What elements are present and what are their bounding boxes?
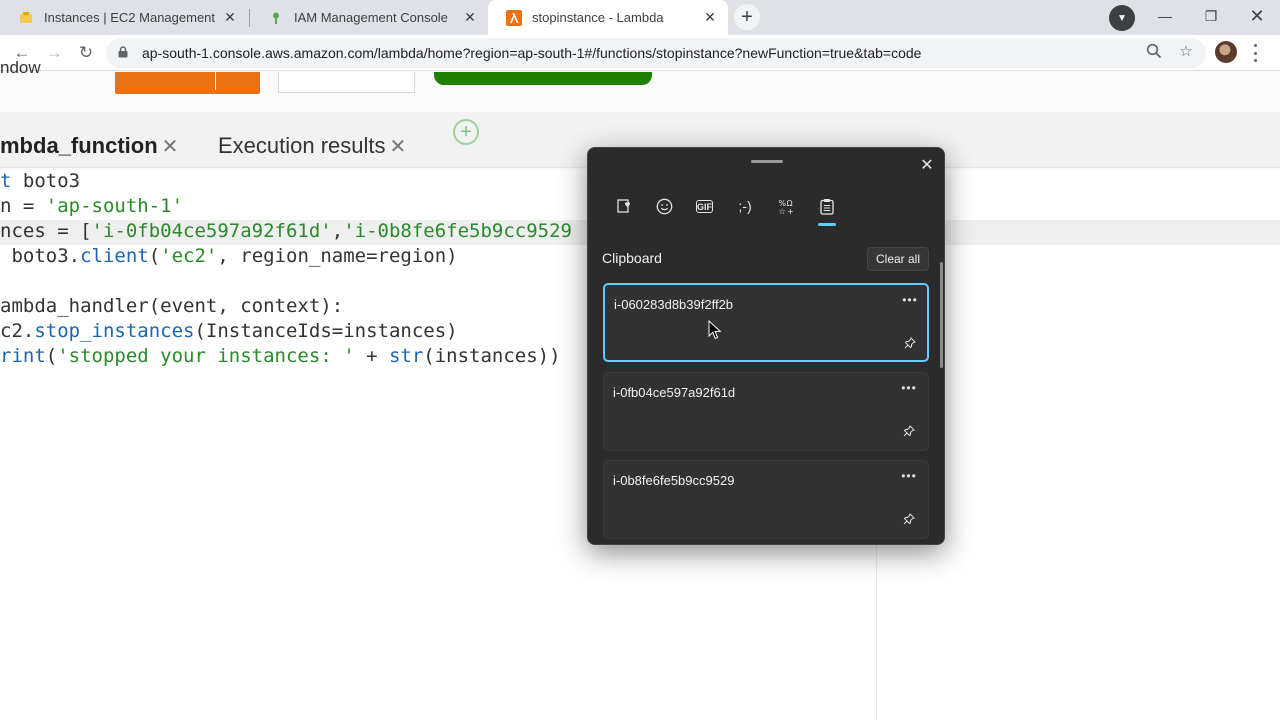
browser-tab-strip: Instances | EC2 Management Con ✕ IAM Man… [0, 0, 1280, 35]
code-token: stop_instances [34, 320, 195, 342]
changes-deployed-badge [434, 72, 652, 85]
kaomoji-icon[interactable]: ;-) [731, 192, 759, 220]
code-line[interactable]: c2.stop_instances(InstanceIds=instances) [0, 320, 458, 345]
close-icon[interactable]: ✕ [916, 154, 938, 176]
more-options-icon[interactable]: ••• [902, 292, 918, 308]
code-token: boto3. [0, 245, 81, 267]
new-tab-button[interactable]: + [734, 4, 760, 30]
profile-avatar[interactable] [1215, 41, 1237, 63]
browser-toolbar: ← → ↻ ap-south-1.console.aws.amazon.com/… [0, 35, 1280, 71]
partial-menu-label: ndow [0, 58, 41, 77]
tab-title: IAM Management Console [294, 10, 448, 25]
close-icon[interactable]: ✕ [162, 134, 179, 159]
code-line[interactable]: rint('stopped your instances: ' + str(in… [0, 345, 561, 370]
mouse-cursor-icon [708, 320, 722, 340]
pin-icon[interactable] [902, 335, 918, 351]
deploy-button[interactable] [278, 72, 415, 93]
clipboard-item-text: i-0b8fe6fe5b9cc9529 [613, 473, 735, 488]
tab-search-button[interactable]: ▼ [1109, 5, 1135, 31]
svg-text:+: + [787, 207, 794, 215]
add-tab-icon[interactable]: + [453, 119, 479, 145]
reload-icon[interactable]: ↻ [72, 39, 100, 67]
clipboard-history-panel: ✕ GIF ;-) % Ω ☆ + Clipboard Clear all i-060… [587, 147, 945, 545]
minimize-icon[interactable]: — [1142, 0, 1188, 32]
tab-iam-console[interactable]: IAM Management Console ✕ [250, 0, 488, 35]
editor-tab-label: Execution results [218, 133, 386, 158]
code-token: 'ap-south-1' [45, 195, 184, 217]
clipboard-item[interactable]: i-060283d8b39f2ff2b ••• [603, 283, 929, 362]
browser-menu-icon[interactable] [1250, 44, 1260, 62]
code-token: boto3 [11, 170, 81, 192]
test-button[interactable] [115, 72, 260, 94]
symbols-icon[interactable]: % Ω ☆ + [772, 192, 800, 220]
iam-favicon [268, 10, 284, 26]
url-text: ap-south-1.console.aws.amazon.com/lambda… [142, 45, 922, 61]
code-line[interactable]: ambda_handler(event, context): [0, 295, 343, 320]
code-token: (instances)) [423, 345, 561, 367]
close-icon[interactable]: ✕ [702, 9, 718, 26]
code-line[interactable]: boto3.client('ec2', region_name=region) [0, 245, 458, 270]
clipboard-item-text: i-060283d8b39f2ff2b [614, 297, 734, 312]
clipboard-scrollbar[interactable] [940, 262, 943, 368]
code-token: t [0, 170, 12, 192]
forward-arrow-icon[interactable]: → [40, 39, 68, 67]
editor-tab-label: mbda_function [0, 133, 158, 158]
code-token: nces = [ [0, 220, 92, 242]
close-icon[interactable]: ✕ [462, 9, 478, 26]
code-token: 'stopped your instances: ' [57, 345, 355, 367]
recently-used-icon[interactable] [610, 192, 638, 220]
tab-lambda-function[interactable]: mbda_function ✕ [0, 124, 178, 168]
code-token: rint [0, 345, 46, 367]
active-category-indicator [818, 223, 836, 226]
window-close-icon[interactable]: ✕ [1234, 0, 1280, 32]
restore-icon[interactable]: ❐ [1188, 0, 1234, 32]
more-options-icon[interactable]: ••• [901, 468, 917, 484]
ec2-favicon [18, 10, 34, 26]
tab-ec2-instances[interactable]: Instances | EC2 Management Con ✕ [0, 0, 248, 35]
more-options-icon[interactable]: ••• [901, 380, 917, 396]
drag-handle[interactable] [751, 160, 783, 163]
code-token: str [388, 345, 424, 367]
clear-all-button[interactable]: Clear all [867, 247, 929, 271]
address-bar[interactable]: ap-south-1.console.aws.amazon.com/lambda… [106, 38, 1206, 68]
tab-lambda-stopinstance[interactable]: stopinstance - Lambda ✕ [488, 0, 728, 35]
pin-icon[interactable] [901, 511, 917, 527]
lock-icon [118, 45, 132, 61]
code-token: 'i-0b8fe6fe5b9cc9529 [343, 220, 572, 242]
code-token: ambda_handler(event, context): [0, 295, 344, 317]
emoji-icon[interactable] [650, 192, 678, 220]
lambda-favicon [506, 9, 522, 26]
svg-text:☆: ☆ [778, 207, 785, 215]
code-token: (InstanceIds=instances) [194, 320, 458, 342]
code-line[interactable]: t boto3 [0, 170, 80, 195]
code-token: c2. [0, 320, 35, 342]
code-token: ( [45, 345, 58, 367]
gif-icon[interactable]: GIF [696, 200, 713, 213]
bookmark-star-icon[interactable]: ☆ [1176, 41, 1196, 61]
pin-icon[interactable] [901, 423, 917, 439]
code-token: 'i-0fb04ce597a92f61d' [91, 220, 332, 242]
code-token: , region_name=region) [217, 245, 458, 267]
code-token: 'ec2' [160, 245, 218, 267]
tab-execution-results[interactable]: Execution results ✕ [218, 124, 406, 168]
close-icon[interactable]: ✕ [222, 9, 238, 26]
tab-title: stopinstance - Lambda [532, 10, 664, 25]
clipboard-icon[interactable] [813, 192, 841, 220]
code-token: client [80, 245, 149, 267]
code-token: + [354, 345, 389, 367]
close-icon[interactable]: ✕ [390, 134, 407, 159]
clipboard-item[interactable]: i-0fb04ce597a92f61d ••• [603, 372, 929, 451]
tab-title: Instances | EC2 Management Con [44, 10, 216, 25]
code-token: ( [148, 245, 161, 267]
code-line[interactable]: n = 'ap-south-1' [0, 195, 183, 220]
test-button-divider [215, 72, 216, 90]
code-token: n = [0, 195, 46, 217]
zoom-icon[interactable] [1144, 41, 1164, 61]
clipboard-item-text: i-0fb04ce597a92f61d [613, 385, 736, 400]
clipboard-item[interactable]: i-0b8fe6fe5b9cc9529 ••• [603, 460, 929, 539]
code-token: , [331, 220, 344, 242]
clipboard-title: Clipboard [602, 250, 662, 266]
